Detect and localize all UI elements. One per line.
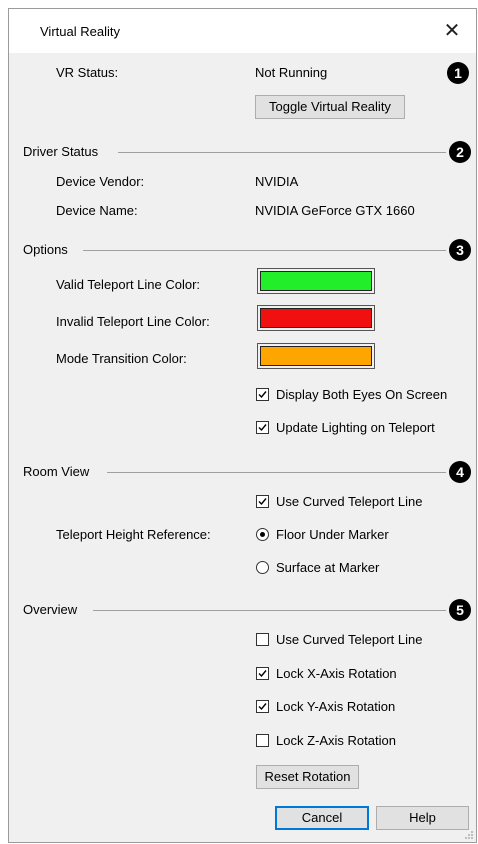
mode-transition-color-swatch[interactable] [257,343,375,369]
radio-label: Surface at Marker [276,560,380,575]
overview-heading: Overview [23,602,78,617]
device-name-value: NVIDIA GeForce GTX 1660 [255,203,415,218]
checkmark-icon [258,670,267,678]
lock-y-axis-checkbox[interactable]: Lock Y-Axis Rotation [256,698,471,716]
callout-badge-3: 3 [449,239,471,261]
virtual-reality-dialog: Virtual Reality ✕ VR Status: Not Running… [8,8,477,843]
callout-badge-5: 5 [449,599,471,621]
callout-badge-2: 2 [449,141,471,163]
section-divider [118,152,446,153]
mode-transition-color-label: Mode Transition Color: [56,351,187,366]
device-vendor-label: Device Vendor: [56,174,145,189]
radio-circle[interactable] [256,528,269,541]
radio-label: Floor Under Marker [276,527,389,542]
lock-z-axis-checkbox[interactable]: Lock Z-Axis Rotation [256,732,471,750]
checkbox-label: Update Lighting on Teleport [276,420,435,435]
invalid-teleport-color-swatch[interactable] [257,305,375,331]
room-view-heading: Room View [23,464,90,479]
valid-teleport-color-swatch[interactable] [257,268,375,294]
overview-curved-teleport-checkbox[interactable]: Use Curved Teleport Line [256,631,471,649]
checkbox-box[interactable] [256,633,269,646]
checkbox-label: Use Curved Teleport Line [276,632,423,647]
checkmark-icon [258,703,267,711]
color-fill [260,271,372,291]
checkbox-label: Use Curved Teleport Line [276,494,423,509]
device-vendor-value: NVIDIA [255,174,299,189]
driver-status-section: Driver Status 2 [23,141,471,163]
options-section: Options 3 [23,239,471,261]
vr-status-value: Not Running [255,65,328,80]
room-view-section: Room View 4 [23,461,471,483]
options-heading: Options [23,242,68,257]
checkbox-box[interactable] [256,388,269,401]
color-fill [260,308,372,328]
checkbox-box[interactable] [256,667,269,680]
section-divider [83,250,446,251]
valid-teleport-color-label: Valid Teleport Line Color: [56,277,201,292]
checkbox-box[interactable] [256,700,269,713]
checkbox-label: Lock Z-Axis Rotation [276,733,396,748]
display-both-eyes-checkbox[interactable]: Display Both Eyes On Screen [256,386,471,404]
teleport-height-reference-label: Teleport Height Reference: [56,527,211,542]
checkbox-label: Lock X-Axis Rotation [276,666,397,681]
callout-badge-1: 1 [447,62,469,84]
reset-rotation-button[interactable]: Reset Rotation [256,765,359,789]
checkbox-box[interactable] [256,495,269,508]
toggle-virtual-reality-button[interactable]: Toggle Virtual Reality [255,95,405,119]
floor-under-marker-radio[interactable]: Floor Under Marker [256,526,436,544]
section-divider [93,610,446,611]
room-curved-teleport-checkbox[interactable]: Use Curved Teleport Line [256,493,471,511]
color-fill [260,346,372,366]
checkmark-icon [258,498,267,506]
help-button[interactable]: Help [376,806,469,830]
cancel-button[interactable]: Cancel [275,806,369,830]
overview-section: Overview 5 [23,599,471,621]
checkbox-box[interactable] [256,734,269,747]
title-bar: Virtual Reality ✕ [9,9,476,53]
update-lighting-checkbox[interactable]: Update Lighting on Teleport [256,419,471,437]
resize-grip-icon[interactable] [464,830,474,840]
invalid-teleport-color-label: Invalid Teleport Line Color: [56,314,210,329]
checkbox-label: Display Both Eyes On Screen [276,387,448,402]
radio-circle[interactable] [256,561,269,574]
lock-x-axis-checkbox[interactable]: Lock X-Axis Rotation [256,665,471,683]
device-name-label: Device Name: [56,203,138,218]
checkmark-icon [258,424,267,432]
close-icon[interactable]: ✕ [438,17,466,45]
window-title: Virtual Reality [40,24,120,39]
checkbox-label: Lock Y-Axis Rotation [276,699,396,714]
checkmark-icon [258,391,267,399]
driver-status-heading: Driver Status [23,144,99,159]
section-divider [107,472,446,473]
vr-status-label: VR Status: [56,65,119,80]
callout-badge-4: 4 [449,461,471,483]
surface-at-marker-radio[interactable]: Surface at Marker [256,559,436,577]
checkbox-box[interactable] [256,421,269,434]
radio-dot [260,532,265,537]
